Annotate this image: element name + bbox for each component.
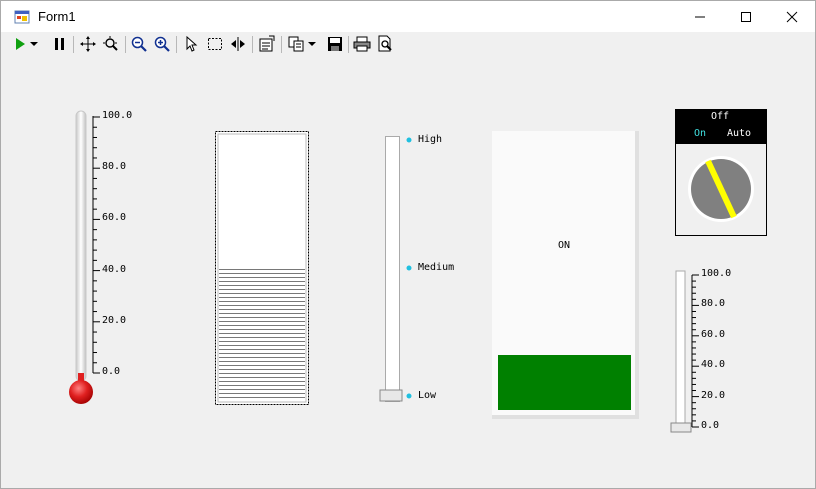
minimize-button[interactable] [677, 1, 723, 32]
toolbar-separator [73, 36, 74, 53]
mirror-button[interactable] [229, 35, 247, 53]
properties-button[interactable] [258, 35, 276, 53]
select-rect-icon [208, 38, 222, 50]
thermometer-tick-label: 20.0 [102, 314, 127, 326]
select-rect-button[interactable] [206, 35, 224, 53]
slider-tick-label: 60.0 [701, 328, 726, 340]
slider-track [675, 270, 686, 432]
pointer-button[interactable] [182, 35, 200, 53]
zoom-box-icon [103, 36, 118, 51]
print-icon [353, 36, 371, 52]
copy-button[interactable] [287, 35, 305, 53]
thermometer-tick-label: 80.0 [102, 161, 127, 173]
save-icon [328, 37, 342, 51]
pan-button[interactable] [79, 35, 97, 53]
selector-dot-high [406, 137, 412, 143]
copy-icon [288, 36, 304, 52]
title-bar: Form1 [1, 1, 815, 32]
close-icon [786, 11, 798, 23]
toolbar-separator [281, 36, 282, 53]
zoom-out-button[interactable] [130, 35, 148, 53]
zoom-in-icon [154, 36, 170, 52]
close-button[interactable] [769, 1, 815, 32]
indicator-fill [498, 355, 631, 410]
maximize-icon [741, 12, 751, 23]
selector-label-high: High [418, 134, 443, 145]
pan-icon [80, 36, 96, 52]
main-window: Form1 100.0 80.0 60.0 40.0 20.0 0.0 High… [0, 0, 816, 489]
slider-tick-label: 40.0 [701, 359, 726, 371]
window-title: Form1 [38, 9, 76, 24]
zoom-in-button[interactable] [153, 35, 171, 53]
dropdown-arrow-icon [30, 42, 38, 46]
thermometer-tick-label: 0.0 [102, 366, 121, 377]
thermometer-gauge [69, 110, 100, 404]
dropdown-arrow-icon [308, 42, 316, 46]
selector-track [385, 136, 400, 402]
thermometer-bulb [69, 380, 93, 404]
rotary-switch [675, 109, 767, 236]
rotary-option-auto[interactable]: Auto [727, 128, 751, 139]
rotary-state-label: Off [711, 111, 730, 122]
thermometer-tick-label: 100.0 [102, 110, 133, 121]
slider-tick-label: 20.0 [701, 389, 726, 401]
mirror-icon [231, 37, 245, 51]
pause-icon [55, 38, 64, 50]
play-icon [16, 38, 25, 50]
slider-tick-label: 100.0 [701, 268, 732, 279]
toolbar-separator [252, 36, 253, 53]
print-preview-icon [378, 35, 392, 52]
selector-thumb[interactable] [379, 389, 403, 402]
zoom-out-icon [131, 36, 147, 52]
print-preview-button[interactable] [376, 35, 394, 53]
play-dropdown[interactable] [29, 35, 39, 53]
toolbar-separator [348, 36, 349, 53]
selector-switch [379, 136, 412, 402]
form-icon [14, 10, 30, 24]
selector-dot-medium [406, 265, 412, 271]
selector-dot-low [406, 393, 412, 399]
toolbar-separator [176, 36, 177, 53]
toolbar-separator [125, 36, 126, 53]
thermometer-tick-label: 60.0 [102, 212, 127, 224]
selector-label-medium: Medium [418, 262, 455, 273]
properties-icon [259, 35, 275, 52]
slider-tick-label: 0.0 [701, 420, 720, 431]
form-client-area: 100.0 80.0 60.0 40.0 20.0 0.0 High Medium Low… [9, 57, 809, 481]
zoom-box-button[interactable] [102, 35, 120, 53]
slider-thumb[interactable] [670, 422, 692, 433]
maximize-button[interactable] [723, 1, 769, 32]
pause-button[interactable] [51, 35, 69, 53]
copy-dropdown[interactable] [307, 35, 317, 53]
tank-gauge [215, 131, 309, 405]
rotary-option-on[interactable]: On [694, 128, 706, 139]
slider-gauge [670, 270, 699, 433]
slider-tick-label: 80.0 [701, 298, 726, 310]
minimize-icon [695, 16, 705, 18]
thermometer-tube [75, 110, 87, 382]
tank-level [219, 268, 305, 401]
indicator-panel [492, 131, 639, 419]
pointer-icon [186, 35, 198, 52]
save-button[interactable] [326, 35, 344, 53]
play-button[interactable] [11, 35, 29, 53]
indicator-label: ON [558, 240, 571, 251]
selector-label-low: Low [418, 390, 437, 401]
print-button[interactable] [353, 35, 371, 53]
thermometer-tick-label: 40.0 [102, 263, 127, 275]
toolbar [9, 32, 809, 57]
